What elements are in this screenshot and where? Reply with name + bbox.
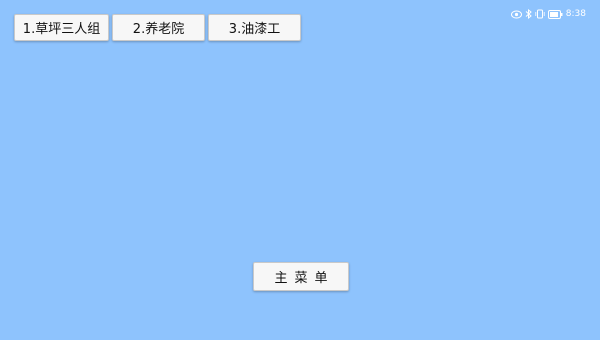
main-menu-button[interactable]: 主菜单 [253, 262, 349, 291]
bluetooth-icon [525, 9, 532, 19]
tab-nursing-home[interactable]: 2.养老院 [112, 14, 205, 41]
tab-painter[interactable]: 3.油漆工 [208, 14, 301, 41]
vibrate-icon [535, 9, 545, 19]
status-bar: 8:38 [510, 9, 586, 19]
tab-bar: 1.草坪三人组 2.养老院 3.油漆工 [14, 14, 301, 41]
battery-icon [547, 9, 563, 19]
status-time: 8:38 [565, 9, 586, 19]
eye-icon [510, 10, 522, 19]
tab-lawn-trio[interactable]: 1.草坪三人组 [14, 14, 109, 41]
